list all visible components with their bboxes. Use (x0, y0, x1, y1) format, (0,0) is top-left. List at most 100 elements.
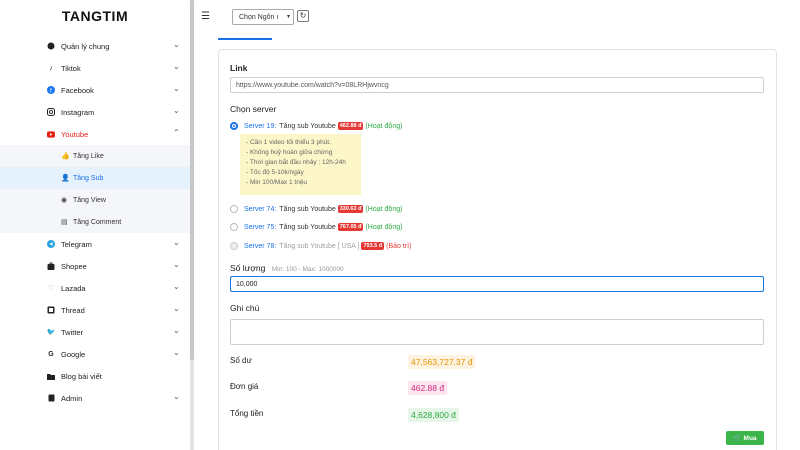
chevron-down-icon: ⌄ (173, 348, 180, 357)
sidebar-subitem-tang-sub[interactable]: 👤 Tăng Sub (0, 167, 190, 189)
info-line: - Thời gian bắt đầu nhảy : 12h-24h (246, 159, 346, 166)
sidebar-subitem-tang-like[interactable]: 👍 Tăng Like (0, 145, 190, 167)
eye-icon: ◉ (61, 197, 68, 204)
quantity-label-text: Số lượng (230, 263, 266, 273)
sidebar-item-label: Tiktok (61, 63, 81, 73)
sidebar-item-google[interactable]: G Google ⌄ (0, 343, 190, 365)
sidebar-item-twitter[interactable]: 🐦 Twitter ⌄ (0, 321, 190, 343)
sidebar-item-admin[interactable]: Admin ⌄ (0, 387, 190, 409)
sidebar-subitem-label: Tăng Like (73, 152, 104, 160)
menu-toggle-icon[interactable]: ☰ (201, 12, 211, 22)
sidebar-item-quan-ly-chung[interactable]: Quản lý chung ⌄ (0, 35, 190, 57)
refresh-icon[interactable]: ↻ (297, 10, 309, 22)
sidebar-item-youtube[interactable]: Youtube ⌃ (0, 123, 190, 145)
status-badge: (Hoạt động) (365, 223, 403, 231)
server-option-75[interactable]: Server 75: Tăng sub Youtube 767.05 đ (Ho… (230, 221, 402, 233)
sidebar-subitem-label: Tăng Sub (73, 174, 104, 182)
sidebar-subitem-label: Tăng View (73, 196, 106, 204)
language-select[interactable]: Chọn Ngôn ı ▾ (232, 9, 294, 25)
admin-icon (47, 394, 55, 402)
tiktok-icon: ♪ (49, 64, 53, 72)
telegram-icon (47, 240, 55, 248)
unit-price-value: 462.88 đ (408, 381, 448, 395)
sidebar-item-label: Shopee (61, 261, 87, 271)
sidebar-item-shopee[interactable]: Shopee ⌄ (0, 255, 190, 277)
sidebar-item-telegram[interactable]: Telegram ⌄ (0, 233, 190, 255)
active-tab-indicator (218, 38, 272, 40)
google-icon: G (48, 350, 54, 358)
info-line: - Min 100/Max 1 triệu (246, 179, 308, 186)
note-textarea[interactable] (230, 319, 764, 345)
sidebar-item-label: Lazada (61, 283, 86, 293)
comment-icon: ▤ (61, 219, 68, 226)
chevron-down-icon: ⌄ (173, 238, 180, 247)
sidebar-item-label: Admin (61, 393, 83, 403)
sidebar-item-label: Twitter (61, 327, 84, 337)
price-badge: 793.5 đ (361, 242, 385, 250)
server-desc: Tăng sub Youtube (279, 205, 336, 213)
sidebar-subitem-tang-comment[interactable]: ▤ Tăng Comment (0, 211, 190, 233)
facebook-icon: f (47, 86, 55, 94)
price-badge: 330.63 đ (337, 205, 364, 213)
sidebar-item-thread[interactable]: Thread ⌄ (0, 299, 190, 321)
server-option-74[interactable]: Server 74: Tăng sub Youtube 330.63 đ (Ho… (230, 203, 402, 215)
quantity-input[interactable]: 10,000 (230, 276, 764, 292)
status-badge: (Hoạt động) (365, 122, 403, 130)
twitter-icon: 🐦 (46, 329, 56, 336)
server-name: Server 74: (244, 205, 277, 213)
note-label: Ghi chú (230, 303, 260, 313)
sidebar-item-blog[interactable]: Blog bài viết (0, 365, 190, 387)
info-line: - Không huỷ hoàn giữa chừng (246, 149, 333, 156)
app-logo[interactable]: TANGTIM (0, 8, 190, 24)
info-line: - Tốc độ 5-10k/ngày (246, 169, 304, 176)
user-plus-icon: 👤 (61, 175, 70, 182)
chevron-down-icon: ⌄ (173, 84, 180, 93)
sidebar: TANGTIM Quản lý chung ⌄ ♪ Tiktok ⌄ f Fac… (0, 0, 190, 450)
server-name: Server 19: (244, 122, 277, 130)
chevron-down-icon: ⌄ (173, 392, 180, 401)
sidebar-item-label: Instagram (61, 107, 95, 117)
thumbs-up-icon: 👍 (61, 153, 70, 160)
instagram-icon (47, 108, 55, 116)
link-label: Link (230, 63, 248, 73)
unit-price-label: Đơn giá (230, 382, 259, 391)
server-option-19[interactable]: Server 19: Tăng sub Youtube 462.88 đ (Ho… (230, 120, 402, 132)
status-badge: (Bảo trì) (386, 242, 412, 250)
sidebar-item-label: Quản lý chung (61, 41, 110, 51)
chevron-down-icon: ⌄ (173, 62, 180, 71)
sidebar-item-label: Youtube (61, 129, 89, 139)
sidebar-item-label: Telegram (61, 239, 92, 249)
sidebar-nav: Quản lý chung ⌄ ♪ Tiktok ⌄ f Facebook ⌄ … (0, 35, 190, 409)
balance-label: Số dư (230, 356, 252, 365)
radio-button (230, 242, 238, 250)
info-line: - Cần 1 video tối thiểu 3 phút. (246, 139, 331, 146)
chevron-down-icon: ⌄ (173, 326, 180, 335)
radio-button[interactable] (230, 122, 238, 130)
server-name: Server 78: (244, 242, 277, 250)
link-input-value: https://www.youtube.com/watch?v=08LRHjwv… (236, 81, 389, 89)
thread-icon (47, 306, 55, 314)
chevron-down-icon: ⌄ (173, 40, 180, 49)
scrollbar-thumb[interactable] (190, 0, 194, 360)
sidebar-scrollbar[interactable] (190, 0, 194, 450)
sidebar-item-lazada[interactable]: ♡ Lazada ⌄ (0, 277, 190, 299)
sidebar-item-label: Google (61, 349, 86, 359)
sidebar-subitem-tang-view[interactable]: ◉ Tăng View (0, 189, 190, 211)
radio-button[interactable] (230, 223, 238, 231)
chevron-down-icon: ⌄ (173, 260, 180, 269)
sidebar-item-tiktok[interactable]: ♪ Tiktok ⌄ (0, 57, 190, 79)
sidebar-subitem-label: Tăng Comment (73, 218, 122, 226)
language-select-value: Chọn Ngôn ı (239, 13, 279, 21)
link-input[interactable]: https://www.youtube.com/watch?v=08LRHjwv… (230, 77, 764, 93)
sidebar-item-facebook[interactable]: f Facebook ⌄ (0, 79, 190, 101)
sidebar-item-instagram[interactable]: Instagram ⌄ (0, 101, 190, 123)
buy-button[interactable]: 🛒 Mua (726, 431, 764, 445)
server-info-box: - Cần 1 video tối thiểu 3 phút. - Không … (240, 134, 361, 195)
quantity-hint: Min: 100 - Max: 1000000 (271, 266, 344, 273)
chevron-down-icon: ▾ (286, 14, 290, 20)
price-badge: 767.05 đ (337, 223, 364, 231)
cart-icon: 🛒 (733, 435, 742, 442)
sidebar-item-label: Blog bài viết (61, 371, 102, 381)
radio-button[interactable] (230, 205, 238, 213)
youtube-icon (47, 130, 55, 138)
